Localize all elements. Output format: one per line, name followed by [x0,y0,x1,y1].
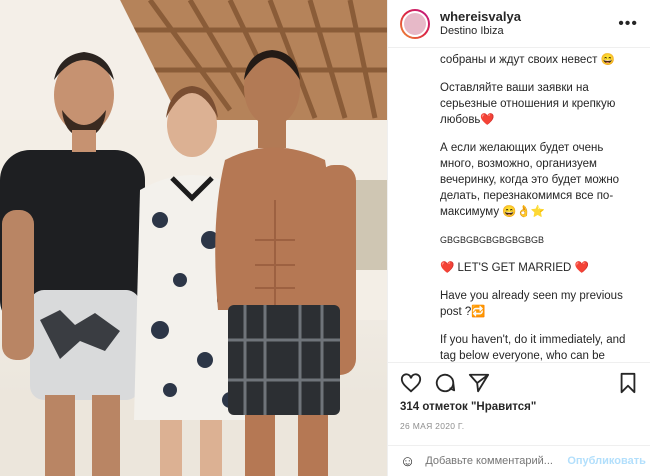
caption: собраны и ждут своих невест 😄 Оставляйте… [388,48,650,362]
smile-icon[interactable]: ☺ [400,453,415,470]
caption-line: Have you already seen my previous post ?… [440,290,623,318]
more-horizontal-icon[interactable]: ••• [618,15,638,33]
caption-line: ❤️ LET'S GET MARRIED ❤️ [440,262,589,274]
likes-count[interactable]: 314 отметок "Нравится" [400,401,638,413]
bookmark-icon[interactable] [618,372,638,394]
caption-line: собраны и ждут своих невест 😄 [440,54,615,66]
caption-line: Оставляйте ваши заявки на серьезные отно… [440,82,616,126]
action-bar: 314 отметок "Нравится" 26 мая 2020 г. [388,362,650,431]
share-icon[interactable] [468,372,490,394]
post-sidebar: whereisvalya Destino Ibiza ••• собраны и… [387,0,650,476]
post-comment-button[interactable]: Опубликовать [567,455,646,467]
post-header: whereisvalya Destino Ibiza ••• [388,0,650,48]
location-link[interactable]: Destino Ibiza [440,24,618,39]
comment-form: ☺ Опубликовать [388,445,650,476]
photo-illustration [0,0,387,476]
caption-line: GBGBGBGBGBGBGBGB [440,235,545,245]
instagram-post: whereisvalya Destino Ibiza ••• собраны и… [0,0,650,476]
post-date[interactable]: 26 мая 2020 г. [400,421,638,431]
heart-icon[interactable] [400,372,422,394]
caption-line: If you haven't, do it immediately, and t… [440,334,626,362]
avatar[interactable] [400,8,430,39]
caption-line: А если желающих будет очень много, возмо… [440,142,620,218]
author-info: whereisvalya Destino Ibiza [440,9,618,39]
comment-icon[interactable] [434,372,456,394]
post-photo[interactable] [0,0,387,476]
comment-input[interactable] [425,455,568,467]
username-link[interactable]: whereisvalya [440,9,618,24]
